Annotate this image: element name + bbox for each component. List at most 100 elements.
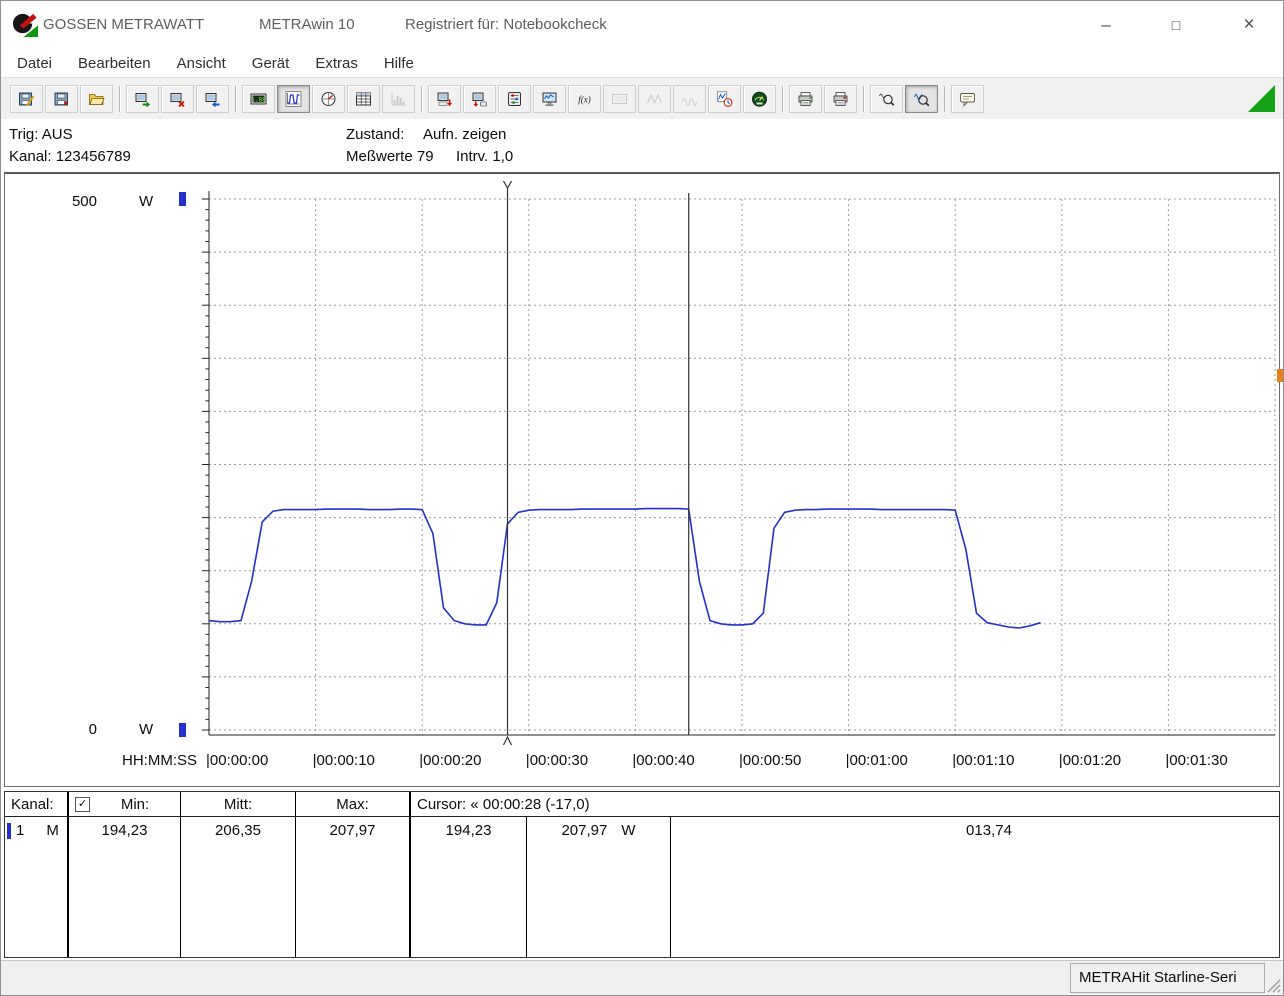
recording-status-panel: Trig: AUS Kanal: 123456789 Zustand: Aufn…: [1, 119, 1283, 172]
toolbar-button-zoom-horizontal[interactable]: [870, 84, 903, 113]
power-chart[interactable]: [201, 179, 1279, 751]
toolbar-button-view-analog[interactable]: [312, 84, 345, 113]
live-meter-icon: [751, 91, 768, 107]
x-tick-label: |00:00:10: [312, 752, 375, 769]
header-cursor: Cursor: « 00:00:28 (-17,0): [417, 795, 590, 813]
toolbar-button-file-open[interactable]: [80, 84, 113, 113]
header-max: Max:: [296, 792, 411, 816]
wave-m-icon: [681, 91, 698, 107]
channel-table-header: Kanal: ✓ Min: Mitt: Max: Cursor: « 00:00…: [5, 792, 1279, 817]
meter-config-icon: [506, 91, 523, 107]
zoom-wave-icon: [913, 91, 930, 107]
connection-indicator-triangle: [1248, 85, 1275, 112]
value-delta: 013,74: [966, 822, 1012, 839]
toolbar-button-file-save[interactable]: [45, 84, 78, 113]
menu-item-bearbeiten[interactable]: Bearbeiten: [65, 55, 164, 72]
toolbar-button-function[interactable]: f(x): [568, 84, 601, 113]
toolbar-button-zoom-curve[interactable]: [905, 84, 938, 113]
toolbar-separator: [235, 85, 236, 112]
toolbar-button-comment[interactable]: [951, 84, 984, 113]
x-tick-label: |00:01:20: [1058, 752, 1122, 769]
toolbar-button-view-table[interactable]: [347, 84, 380, 113]
histogram-icon: [390, 91, 407, 107]
y-axis-min-label: 0: [88, 721, 97, 738]
svg-text:1.88: 1.88: [251, 96, 266, 103]
value-max: 207,97: [296, 817, 411, 957]
display2-icon: [611, 91, 628, 107]
channel-number: 1: [16, 822, 25, 839]
toolbar-separator: [944, 85, 945, 112]
value-cursor1: 194,23: [411, 817, 527, 957]
header-kanal: Kanal:: [5, 792, 69, 816]
zoom-m-icon: [878, 91, 895, 107]
table-icon: [355, 91, 372, 107]
wave-x-icon: [646, 91, 663, 107]
device-out-icon: [204, 91, 221, 107]
menu-item-ansicht[interactable]: Ansicht: [164, 55, 239, 72]
metrawin-window: GOSSEN METRAWATT METRAwin 10 Registriert…: [0, 0, 1284, 996]
toolbar-button-online-monitor[interactable]: [533, 84, 566, 113]
analog-meter-icon: [320, 91, 337, 107]
toolbar-button-time-chart[interactable]: [708, 84, 741, 113]
monitor-icon: [541, 91, 558, 107]
zustand-label: Zustand:: [346, 126, 405, 143]
gossen-metrawatt-logo: [12, 12, 38, 38]
toolbar-button-device-write[interactable]: [196, 84, 229, 113]
toolbar-button-print-setup[interactable]: [824, 84, 857, 113]
menu-item-datei[interactable]: Datei: [4, 55, 65, 72]
folder-open-icon: [88, 91, 105, 107]
toolbar-button-live-meter[interactable]: [743, 84, 776, 113]
toolbar-button-device-clear[interactable]: [161, 84, 194, 113]
header-mitt: Mitt:: [181, 792, 296, 816]
device-download-icon: [471, 91, 488, 107]
interval-value: Intrv. 1,0: [456, 148, 514, 165]
value-mitt: 206,35: [181, 817, 296, 957]
title-app: METRAwin 10: [259, 16, 355, 33]
toolbar-button-meter-config[interactable]: [498, 84, 531, 113]
maximize-button[interactable]: □: [1154, 1, 1198, 49]
channel-table: Kanal: ✓ Min: Mitt: Max: Cursor: « 00:00…: [4, 791, 1280, 958]
channel-range-marker-bottom: [179, 723, 186, 737]
toolbar-button-print[interactable]: [789, 84, 822, 113]
disk-pencil-icon: [18, 91, 35, 107]
toolbar-button-device-read[interactable]: [126, 84, 159, 113]
toolbar-separator: [421, 85, 422, 112]
toolbar-button-view-numeric[interactable]: 1.88: [242, 84, 275, 113]
minimize-button[interactable]: –: [1084, 1, 1128, 49]
device-in-icon: [134, 91, 151, 107]
statusbar: METRAHit Starline-Seri: [1, 960, 1283, 995]
chart-panel: 500 W 0 W HH:MM:SS |00:00:00 |00:00:10 |00…: [4, 172, 1280, 787]
channel-table-row: 1 M 194,23 206,35 207,97 194,23 207,97 W …: [5, 817, 1279, 957]
x-tick-label: |00:00:40: [632, 752, 695, 769]
x-tick-label: |00:01:10: [952, 752, 1015, 769]
comment-icon: [959, 91, 976, 107]
menu-item-hilfe[interactable]: Hilfe: [371, 55, 427, 72]
toolbar-separator: [119, 85, 120, 112]
messwerte-count: Meßwerte 79: [346, 148, 434, 165]
toolbar-button-file-save-as[interactable]: [10, 84, 43, 113]
close-button[interactable]: ×: [1227, 1, 1271, 49]
x-tick-label: |00:00:50: [739, 752, 802, 769]
toolbar-buttons: 1.88 f(x): [1, 77, 1283, 119]
zustand-value: Aufn. zeigen: [423, 126, 507, 143]
x-tick-label: |00:00:30: [525, 752, 589, 769]
menu-item-geraet[interactable]: Gerät: [239, 55, 303, 72]
channel-status: Kanal: 123456789: [9, 148, 131, 165]
x-tick-label: |00:01:00: [845, 752, 908, 769]
x-tick-label: |00:01:30: [1165, 752, 1228, 769]
resize-grip[interactable]: [1266, 978, 1281, 993]
device-x-icon: [169, 91, 186, 107]
channel-visible-checkbox[interactable]: ✓: [75, 796, 90, 812]
fx-icon: f(x): [576, 91, 593, 107]
toolbar-button-device-config[interactable]: [428, 84, 461, 113]
menu-item-extras[interactable]: Extras: [302, 55, 371, 72]
toolbar-button-view-chart[interactable]: [277, 84, 310, 113]
toolbar-button-signal-b: [673, 84, 706, 113]
header-min: Min:: [120, 795, 150, 813]
menubar: Datei Bearbeiten Ansicht Gerät Extras Hi…: [1, 49, 1283, 77]
toolbar-button-device-download[interactable]: [463, 84, 496, 113]
toolbar-button-signal-a: [638, 84, 671, 113]
y-axis-unit-bottom: W: [139, 721, 154, 738]
chart-clock-icon: [716, 90, 733, 107]
disk-icon: [53, 91, 70, 107]
